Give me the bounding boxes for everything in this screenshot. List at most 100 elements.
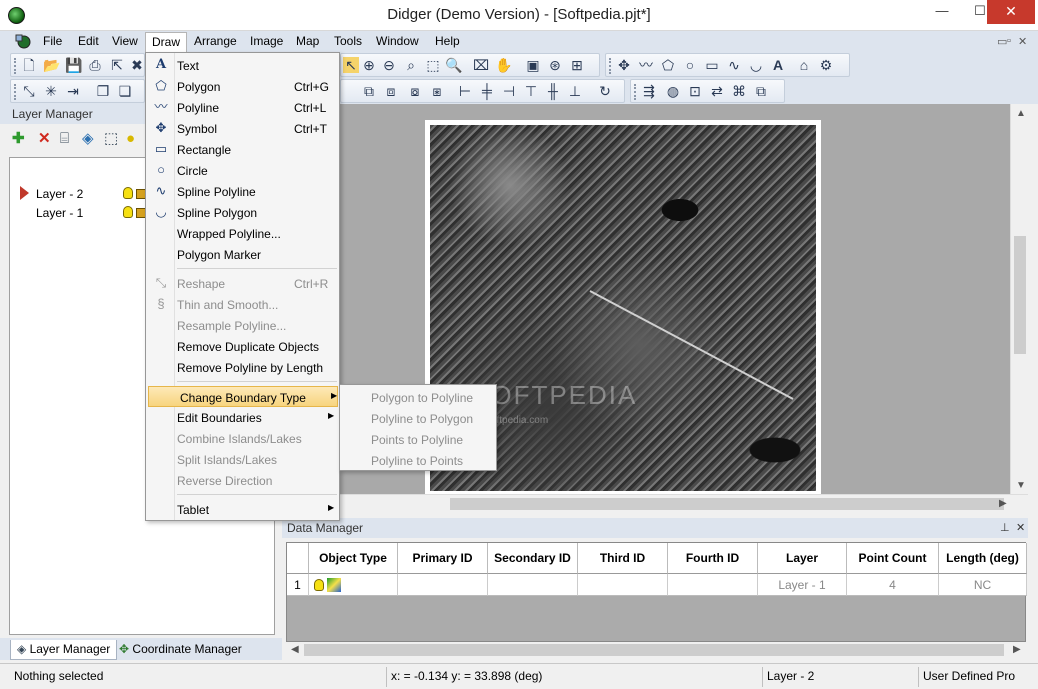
menu-file[interactable]: File <box>43 34 62 48</box>
menu-item-rectangle[interactable]: ▭ Rectangle <box>146 139 339 160</box>
close-pane-icon[interactable]: ✕ <box>1016 521 1025 534</box>
document-icon[interactable] <box>14 33 32 49</box>
scroll-right-icon[interactable]: ▶ <box>1013 644 1021 655</box>
column-header[interactable]: Point Count <box>847 543 939 574</box>
align-top-icon[interactable]: ⊤ <box>523 83 539 99</box>
menu-item-circle[interactable]: ○ Circle <box>146 160 339 181</box>
layer-properties-icon[interactable]: ⌸ <box>60 131 69 147</box>
add-layer-icon[interactable]: ✚ <box>12 131 25 147</box>
align-middle-icon[interactable]: ╫ <box>545 83 561 99</box>
menu-item-spline-polygon[interactable]: ◡ Spline Polygon <box>146 202 339 223</box>
toolbar-grip[interactable] <box>14 58 17 74</box>
secondary-id-cell[interactable] <box>488 574 578 596</box>
menu-arrange[interactable]: Arrange <box>194 34 237 48</box>
menu-item-polygon[interactable]: ⬠ Polygon Ctrl+G <box>146 76 339 97</box>
menu-item-polyline[interactable]: 〰 Polyline Ctrl+L <box>146 97 339 118</box>
column-header[interactable]: Third ID <box>578 543 668 574</box>
home-icon[interactable]: ⌂ <box>796 57 812 73</box>
primary-id-cell[interactable] <box>398 574 488 596</box>
mdi-restore-button[interactable]: ▫ <box>1007 35 1011 47</box>
menu-item-remove-duplicate-objects[interactable]: Remove Duplicate Objects <box>146 336 339 357</box>
pan-icon[interactable]: ✋ <box>495 57 512 73</box>
menu-item-polygon-marker[interactable]: Polygon Marker <box>146 244 339 265</box>
reshape-tool-icon[interactable]: ⤡ <box>21 83 37 99</box>
georeference-icon[interactable]: ⇶ <box>641 83 657 99</box>
rotate-icon[interactable]: ↻ <box>597 83 613 99</box>
tab-layer-manager[interactable]: ◈ Layer Manager <box>10 640 118 660</box>
layers-icon[interactable]: ⧉ <box>753 83 769 99</box>
mdi-close-button[interactable]: ✕ <box>1018 35 1027 48</box>
polyline-tool-icon[interactable]: 〰 <box>638 57 654 73</box>
fit-window-icon[interactable]: ▣ <box>525 57 541 73</box>
visibility-bulb-icon[interactable] <box>123 206 133 218</box>
menu-item-tablet[interactable]: Tablet ▶ <box>146 499 339 520</box>
menu-window[interactable]: Window <box>376 34 419 48</box>
delete-icon[interactable]: ✖ <box>129 57 145 73</box>
move-backward-icon[interactable]: ⧈ <box>383 83 399 99</box>
zoom-fit-icon[interactable]: 🔍 <box>445 57 462 73</box>
row-index[interactable]: 1 <box>287 574 309 596</box>
layer-select-icon[interactable]: ⬚ <box>104 131 118 147</box>
world-icon[interactable]: ◍ <box>665 83 681 99</box>
menu-image[interactable]: Image <box>250 34 283 48</box>
globe-icon[interactable]: ⊛ <box>547 57 563 73</box>
menu-item-symbol[interactable]: ✥ Symbol Ctrl+T <box>146 118 339 139</box>
third-id-cell[interactable] <box>578 574 668 596</box>
align-bottom-icon[interactable]: ⊥ <box>567 83 583 99</box>
zoom-in-icon[interactable]: ⊕ <box>361 57 377 73</box>
toolbar-grip[interactable] <box>14 84 17 100</box>
align-center-icon[interactable]: ╪ <box>479 83 495 99</box>
fourth-id-cell[interactable] <box>668 574 758 596</box>
circle-tool-icon[interactable]: ○ <box>682 57 698 73</box>
symbol-tool-icon[interactable]: ✥ <box>616 57 632 73</box>
spline-polygon-tool-icon[interactable]: ◡ <box>748 57 764 73</box>
layer-stack-icon[interactable]: ◈ <box>82 131 94 147</box>
print-icon[interactable]: ⎙ <box>87 57 103 73</box>
export-icon[interactable]: ⇱ <box>109 57 125 73</box>
align-left-icon[interactable]: ⊢ <box>457 83 473 99</box>
menu-item-text[interactable]: A Text <box>146 55 339 76</box>
mdi-minimize-button[interactable]: ▭ <box>997 35 1007 48</box>
visibility-bulb-icon[interactable] <box>123 187 133 199</box>
layer-row-1[interactable]: Layer - 1 <box>36 206 83 224</box>
group-icon[interactable]: ❐ <box>95 83 111 99</box>
move-front-icon[interactable]: ⧇ <box>407 83 423 99</box>
menu-draw[interactable]: Draw <box>145 32 188 53</box>
menu-item-change-boundary-type[interactable]: Change Boundary Type ▶ <box>148 386 338 407</box>
table-horizontal-scrollbar[interactable]: ◀ ▶ <box>286 642 1026 658</box>
menu-view[interactable]: View <box>112 34 138 48</box>
menu-item-wrapped-polyline[interactable]: Wrapped Polyline... <box>146 223 339 244</box>
new-icon[interactable]: 🗋 <box>21 57 37 73</box>
spline-tool-icon[interactable]: ∿ <box>726 57 742 73</box>
tab-coordinate-manager[interactable]: ✥ Coordinate Manager <box>113 640 248 660</box>
menu-item-spline-polyline[interactable]: ∿ Spline Polyline <box>146 181 339 202</box>
rectangle-tool-icon[interactable]: ▭ <box>704 57 720 73</box>
close-button[interactable]: ✕ <box>987 0 1035 24</box>
scroll-right-icon[interactable]: ▶ <box>999 498 1007 509</box>
warp-icon[interactable]: ⇄ <box>709 83 725 99</box>
zoom-extents-icon[interactable]: ⬚ <box>425 57 441 73</box>
menu-tools[interactable]: Tools <box>334 34 362 48</box>
column-header[interactable]: Fourth ID <box>668 543 758 574</box>
column-header[interactable]: Primary ID <box>398 543 488 574</box>
menu-item-edit-boundaries[interactable]: Edit Boundaries ▶ <box>146 407 339 428</box>
open-icon[interactable]: 📂 <box>43 57 60 73</box>
point-count-cell[interactable]: 4 <box>847 574 939 596</box>
break-tool-icon[interactable]: ⇥ <box>65 83 81 99</box>
text-tool-icon[interactable]: A <box>770 57 786 73</box>
map-horizontal-scrollbar[interactable]: ▶ <box>282 494 1028 512</box>
thin-tool-icon[interactable]: ✳ <box>43 83 59 99</box>
scroll-down-icon[interactable]: ▼ <box>1016 480 1026 491</box>
settings-icon[interactable]: ⚙ <box>818 57 834 73</box>
menu-edit[interactable]: Edit <box>78 34 99 48</box>
scroll-thumb[interactable] <box>1014 236 1026 354</box>
grid-icon[interactable]: ⊞ <box>569 57 585 73</box>
menu-item-remove-polyline-by-length[interactable]: Remove Polyline by Length <box>146 357 339 378</box>
save-icon[interactable]: 💾 <box>65 57 82 73</box>
menu-map[interactable]: Map <box>296 34 319 48</box>
zoom-page-icon[interactable]: ⌧ <box>473 57 489 73</box>
pin-icon[interactable]: ⊥ <box>1000 521 1010 534</box>
delete-layer-icon[interactable]: ✕ <box>38 131 51 147</box>
length-cell[interactable]: NC <box>939 574 1027 596</box>
toolbar-grip[interactable] <box>609 58 612 74</box>
